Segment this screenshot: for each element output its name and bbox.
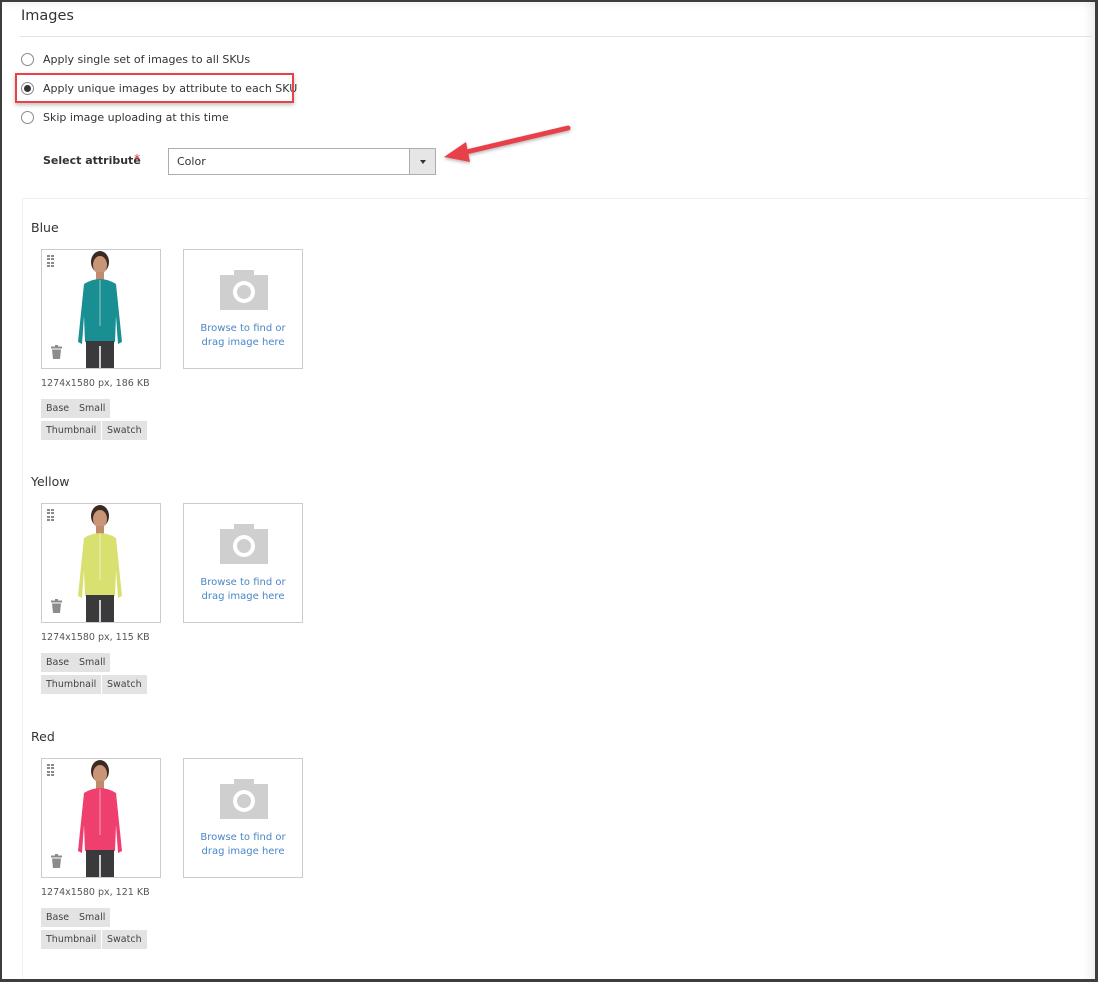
upload-instructions[interactable]: Browse to find or drag image here — [184, 576, 302, 604]
select-attribute-label: Select attribute — [43, 154, 141, 167]
radio-label: Skip image uploading at this time — [43, 110, 229, 124]
product-photo — [78, 505, 122, 622]
attribute-select[interactable]: Color — [168, 148, 436, 175]
trash-icon[interactable] — [51, 854, 62, 868]
radio-option-single-set[interactable]: Apply single set of images to all SKUs — [21, 50, 250, 68]
trash-icon[interactable] — [51, 599, 62, 613]
product-photo — [78, 760, 122, 877]
image-size-info: 1274x1580 px, 121 KB — [41, 887, 150, 898]
product-photo — [78, 251, 122, 368]
role-tag-swatch[interactable]: Swatch — [102, 421, 147, 440]
dropdown-toggle[interactable] — [409, 149, 435, 174]
role-tag-thumbnail[interactable]: Thumbnail — [41, 675, 102, 694]
role-tag-thumbnail[interactable]: Thumbnail — [41, 421, 102, 440]
annotation-arrow-icon — [444, 125, 571, 162]
caret-down-icon — [419, 159, 426, 164]
image-size-info: 1274x1580 px, 186 KB — [41, 378, 150, 389]
product-image-tile[interactable] — [41, 758, 161, 878]
divider — [20, 36, 1092, 37]
radio-label: Apply single set of images to all SKUs — [43, 52, 251, 66]
images-step-panel: Images Apply single set of images to all… — [0, 0, 1098, 982]
role-tag-base[interactable]: Base — [41, 653, 75, 672]
camera-icon — [220, 779, 268, 819]
role-tag-small[interactable]: Small — [74, 399, 111, 418]
attribute-value-label: Blue — [31, 220, 59, 235]
drag-handle-icon[interactable] — [47, 255, 55, 267]
section-title: Images — [21, 8, 74, 24]
attribute-value-label: Red — [31, 729, 55, 744]
camera-icon — [220, 270, 268, 310]
role-tag-swatch[interactable]: Swatch — [102, 675, 147, 694]
role-tag-swatch[interactable]: Swatch — [102, 930, 147, 949]
trash-icon[interactable] — [51, 345, 62, 359]
radio-button[interactable] — [21, 110, 34, 124]
attribute-select-value: Color — [177, 155, 206, 168]
role-tag-base[interactable]: Base — [41, 908, 75, 927]
annotation-highlight-box — [15, 73, 294, 103]
role-tag-base[interactable]: Base — [41, 399, 75, 418]
required-marker: * — [134, 152, 140, 166]
camera-icon — [220, 524, 268, 564]
drag-handle-icon[interactable] — [47, 764, 55, 776]
shadow — [2, 2, 1095, 10]
upload-instructions[interactable]: Browse to find or drag image here — [184, 831, 302, 859]
image-upload-dropzone[interactable]: Browse to find or drag image here — [183, 249, 303, 369]
image-upload-dropzone[interactable]: Browse to find or drag image here — [183, 758, 303, 878]
drag-handle-icon[interactable] — [47, 509, 55, 521]
role-tag-small[interactable]: Small — [74, 908, 111, 927]
radio-option-skip[interactable]: Skip image uploading at this time — [21, 108, 229, 126]
product-image-tile[interactable] — [41, 503, 161, 623]
product-image-tile[interactable] — [41, 249, 161, 369]
attribute-value-label: Yellow — [31, 474, 70, 489]
role-tag-thumbnail[interactable]: Thumbnail — [41, 930, 102, 949]
image-size-info: 1274x1580 px, 115 KB — [41, 632, 150, 643]
upload-instructions[interactable]: Browse to find or drag image here — [184, 322, 302, 350]
radio-button[interactable] — [21, 52, 34, 66]
image-upload-dropzone[interactable]: Browse to find or drag image here — [183, 503, 303, 623]
role-tag-small[interactable]: Small — [74, 653, 111, 672]
